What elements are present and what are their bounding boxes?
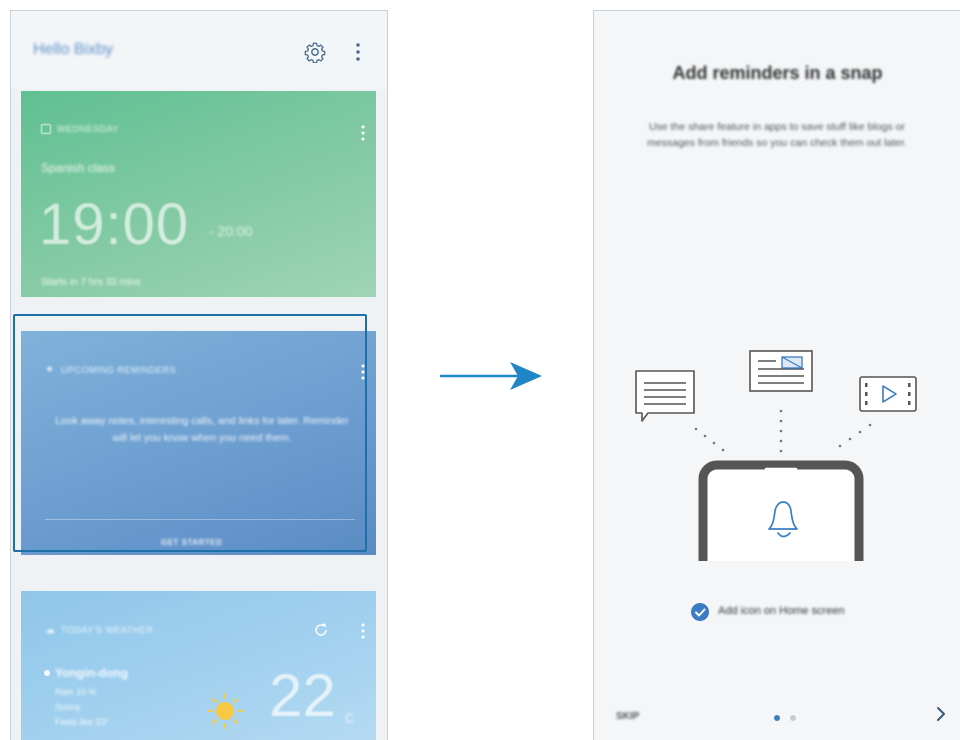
article-icon xyxy=(749,350,813,392)
phone-outline-icon xyxy=(698,460,864,561)
chevron-right-icon[interactable] xyxy=(934,705,948,723)
add-icon-checkbox[interactable] xyxy=(691,603,709,621)
weather-detail: Feels like 23° xyxy=(55,717,110,727)
onboarding-description: Use the share feature in apps to save st… xyxy=(647,121,907,149)
location-pin-icon xyxy=(44,670,50,676)
weather-card-more-icon[interactable] xyxy=(360,622,366,640)
event-start-time: 19:00 xyxy=(39,192,190,257)
refresh-icon[interactable] xyxy=(313,622,329,638)
event-title: Spanish class xyxy=(41,161,116,175)
sun-icon xyxy=(207,693,243,729)
event-countdown: Starts in 7 hrs 33 mins xyxy=(41,277,141,288)
share-to-reminder-illustration xyxy=(635,350,917,561)
video-icon xyxy=(859,376,917,412)
weather-detail: Rain 10 % xyxy=(55,687,97,697)
weather-detail: Sunny xyxy=(55,702,81,712)
weather-location: Yongin-dong xyxy=(55,666,129,680)
more-vertical-icon[interactable] xyxy=(353,41,363,63)
highlight-frame xyxy=(13,314,367,552)
gear-icon[interactable] xyxy=(304,41,326,63)
message-bubble-icon xyxy=(635,370,695,422)
skip-button[interactable]: SKIP xyxy=(616,711,639,722)
reminder-onboarding-screen: Add reminders in a snap Use the share fe… xyxy=(593,10,960,740)
page-indicator-dot-active xyxy=(774,715,780,721)
event-end-time: - 20:00 xyxy=(209,223,253,239)
weather-category-label: TODAY'S WEATHER xyxy=(61,625,154,635)
weather-unit: c xyxy=(345,707,354,727)
add-icon-checkbox-label[interactable]: Add icon on Home screen xyxy=(718,605,845,617)
weather-temperature: 22 xyxy=(269,662,336,729)
calendar-icon xyxy=(41,124,51,134)
cloud-icon: ☁ xyxy=(45,625,55,636)
greeting-title: Hello Bixby xyxy=(33,41,114,58)
event-card-more-icon[interactable] xyxy=(360,124,366,142)
transition-arrow-icon xyxy=(440,362,542,390)
checkmark-icon xyxy=(695,608,706,617)
page-indicator-dot xyxy=(790,715,796,721)
onboarding-title: Add reminders in a snap xyxy=(672,63,883,83)
app-header: Hello Bixby xyxy=(11,11,387,89)
event-date-label: WEDNESDAY xyxy=(57,124,119,134)
